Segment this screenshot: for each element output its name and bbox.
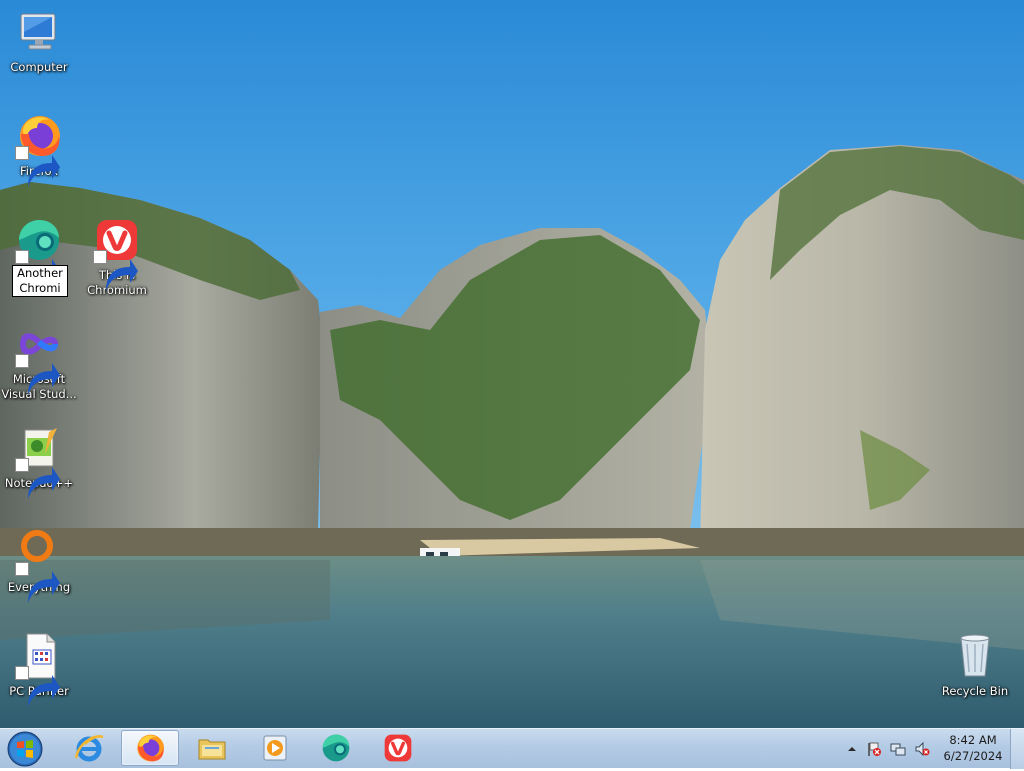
windows-logo-icon — [7, 731, 43, 767]
taskbar-file-explorer[interactable] — [183, 730, 241, 766]
desktop-icon-label: Recycle Bin — [941, 684, 1009, 698]
shortcut-arrow-icon — [93, 250, 138, 291]
shortcut-arrow-icon — [15, 458, 60, 499]
taskbar-clock[interactable]: 8:42 AM 6/27/2024 — [930, 732, 1016, 764]
notepad-plus-plus-icon — [15, 424, 63, 499]
internet-explorer-icon — [74, 735, 104, 762]
desktop-icon-firefox[interactable]: Firefox — [0, 112, 78, 187]
show-desktop-button[interactable] — [1010, 729, 1024, 769]
desktop-icon-recycle-bin[interactable]: Recycle Bin — [936, 632, 1014, 699]
pc-purifier-icon — [15, 632, 63, 707]
chromium-icon — [322, 734, 350, 762]
desktop-icon-computer[interactable]: Computer — [0, 8, 78, 75]
shortcut-arrow-icon — [15, 562, 60, 603]
desktop-icon-another-chromium[interactable] — [0, 216, 78, 291]
shortcut-arrow-icon — [15, 250, 60, 291]
shortcut-arrow-icon — [15, 146, 60, 187]
chromium-icon — [15, 216, 63, 291]
rename-text-field[interactable]: Another Chromi — [12, 265, 68, 297]
desktop-icon-this-is-chromium[interactable]: This is Chromium — [78, 216, 156, 298]
shortcut-arrow-icon — [15, 666, 60, 707]
shortcut-arrow-icon — [15, 354, 60, 395]
taskbar: 8:42 AM 6/27/2024 — [0, 728, 1024, 769]
computer-icon — [15, 8, 63, 56]
clock-time: 8:42 AM — [949, 733, 997, 747]
vivaldi-icon — [93, 216, 141, 291]
taskbar-chromium[interactable] — [307, 730, 365, 766]
everything-search-icon — [15, 528, 63, 603]
action-center-flag-icon[interactable] — [866, 741, 882, 757]
start-button[interactable] — [6, 730, 44, 768]
clock-date: 6/27/2024 — [943, 749, 1003, 763]
desktop-icon-everything[interactable]: Everything — [0, 528, 78, 603]
volume-muted-icon[interactable] — [914, 741, 930, 757]
vivaldi-icon — [384, 734, 412, 762]
taskbar-firefox[interactable] — [121, 730, 179, 766]
media-player-icon — [263, 735, 287, 761]
network-icon[interactable] — [890, 741, 906, 757]
taskbar-media-player[interactable] — [245, 730, 303, 766]
desktop-icon-visual-studio[interactable]: Microsoft Visual Stud... — [0, 320, 78, 402]
desktop-icon-pc-purifier[interactable]: PC Purifier — [0, 632, 78, 707]
firefox-icon — [15, 112, 63, 187]
desktop-wallpaper — [0, 0, 1024, 728]
firefox-icon — [137, 734, 164, 762]
taskbar-internet-explorer[interactable] — [60, 730, 118, 766]
file-explorer-icon — [198, 739, 226, 760]
visual-studio-icon — [15, 320, 63, 395]
desktop-icon-label: Computer — [10, 60, 68, 74]
desktop-icon-notepad-plus-plus[interactable]: Notepad++ — [0, 424, 78, 499]
taskbar-vivaldi[interactable] — [369, 730, 427, 766]
show-hidden-icons-chevron[interactable] — [844, 741, 860, 757]
recycle-bin-icon — [951, 632, 999, 680]
